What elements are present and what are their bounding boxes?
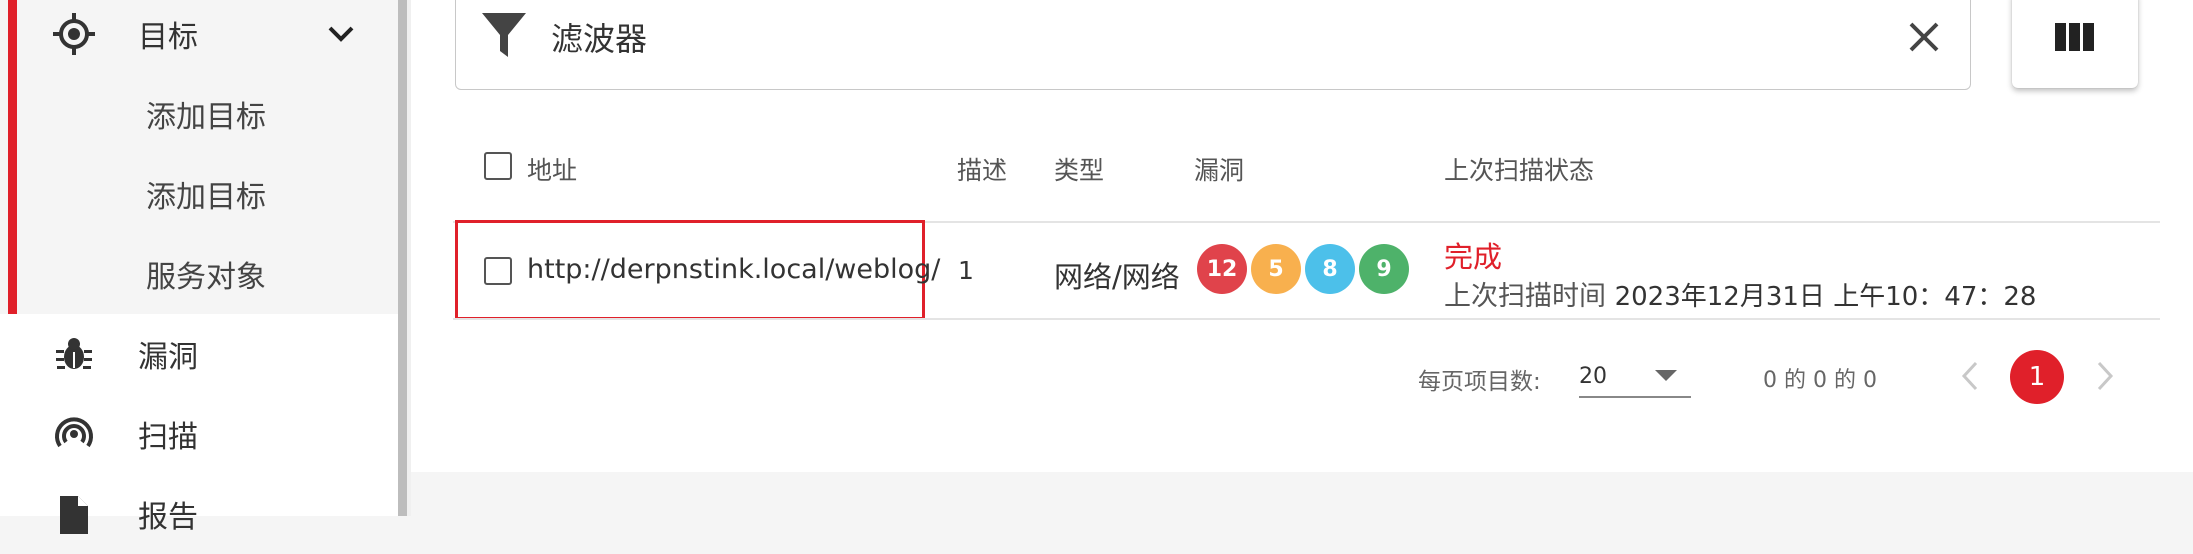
- select-all-checkbox[interactable]: [484, 152, 512, 180]
- filter-placeholder: 滤波器: [551, 20, 648, 58]
- items-per-page-select[interactable]: 20: [1579, 356, 1691, 398]
- columns-button[interactable]: [2012, 0, 2138, 88]
- last-scan-time: 上次扫描时间 2023年12月31日 上午10：47：28: [1444, 274, 2036, 313]
- sidebar-item-scans[interactable]: 扫描: [0, 394, 398, 474]
- close-icon[interactable]: [1904, 17, 1944, 57]
- radar-icon: [52, 412, 96, 456]
- bug-icon: [52, 332, 96, 376]
- items-per-page-label: 每页项目数:: [1418, 369, 1541, 395]
- sidebar: 目标 添加目标 添加目标 服务对象 漏洞 扫描 报告: [0, 0, 398, 535]
- sidebar-item-targets[interactable]: 目标: [0, 0, 398, 74]
- sidebar-item-label: 目标: [138, 20, 198, 55]
- next-page-button[interactable]: [2085, 356, 2125, 396]
- crosshair-icon: [52, 12, 96, 56]
- sidebar-subitem-label: 添加目标: [146, 100, 266, 135]
- sidebar-subitem-add-target[interactable]: 添加目标: [0, 74, 398, 154]
- filter-input[interactable]: [455, 0, 1971, 90]
- column-header-vulnerabilities[interactable]: 漏洞: [1194, 151, 1244, 187]
- previous-page-button[interactable]: [1950, 356, 1990, 396]
- column-header-description[interactable]: 描述: [957, 151, 1007, 187]
- file-icon: [52, 492, 96, 536]
- page-1-button[interactable]: 1: [2010, 350, 2064, 404]
- last-scan-value: 2023年12月31日 上午10：47：28: [1614, 282, 2037, 312]
- sidebar-item-vulnerabilities[interactable]: 漏洞: [0, 314, 398, 394]
- target-type: 网络/网络: [1054, 260, 1180, 294]
- sidebar-scrollbar[interactable]: [398, 0, 407, 516]
- items-per-page-value: 20: [1579, 364, 1607, 389]
- vuln-high-badge[interactable]: 5: [1251, 244, 1301, 294]
- table-divider: [453, 318, 2160, 320]
- last-scan-label: 上次扫描时间: [1444, 281, 1606, 312]
- sidebar-subitem-add-target-2[interactable]: 添加目标: [0, 154, 398, 234]
- sidebar-item-reports[interactable]: 报告: [0, 474, 398, 554]
- vuln-critical-badge[interactable]: 12: [1197, 244, 1247, 294]
- sidebar-subitem-label: 添加目标: [146, 180, 266, 215]
- vuln-low-badge[interactable]: 9: [1359, 244, 1409, 294]
- sidebar-subitem-label: 服务对象: [146, 260, 266, 295]
- column-header-last-scan-status[interactable]: 上次扫描状态: [1444, 151, 1594, 187]
- vuln-medium-badge[interactable]: 8: [1305, 244, 1355, 294]
- filter-icon: [478, 10, 530, 62]
- scan-status: 完成: [1444, 240, 1503, 274]
- pagination-range: 0 的 0 的 0: [1763, 368, 1877, 393]
- column-header-type[interactable]: 类型: [1054, 151, 1104, 187]
- columns-icon: [2055, 21, 2095, 57]
- dropdown-arrow-icon: [1655, 370, 1677, 381]
- row-checkbox[interactable]: [484, 257, 512, 285]
- target-description: 1: [958, 256, 974, 285]
- target-address-link[interactable]: http://derpnstink.local/weblog/: [527, 254, 940, 285]
- chevron-down-icon[interactable]: [326, 19, 356, 49]
- sidebar-subitem-service-objects[interactable]: 服务对象: [0, 234, 398, 314]
- sidebar-item-label: 漏洞: [138, 340, 198, 375]
- sidebar-item-label: 报告: [138, 500, 198, 535]
- sidebar-item-label: 扫描: [138, 420, 198, 455]
- column-header-address[interactable]: 地址: [527, 151, 577, 187]
